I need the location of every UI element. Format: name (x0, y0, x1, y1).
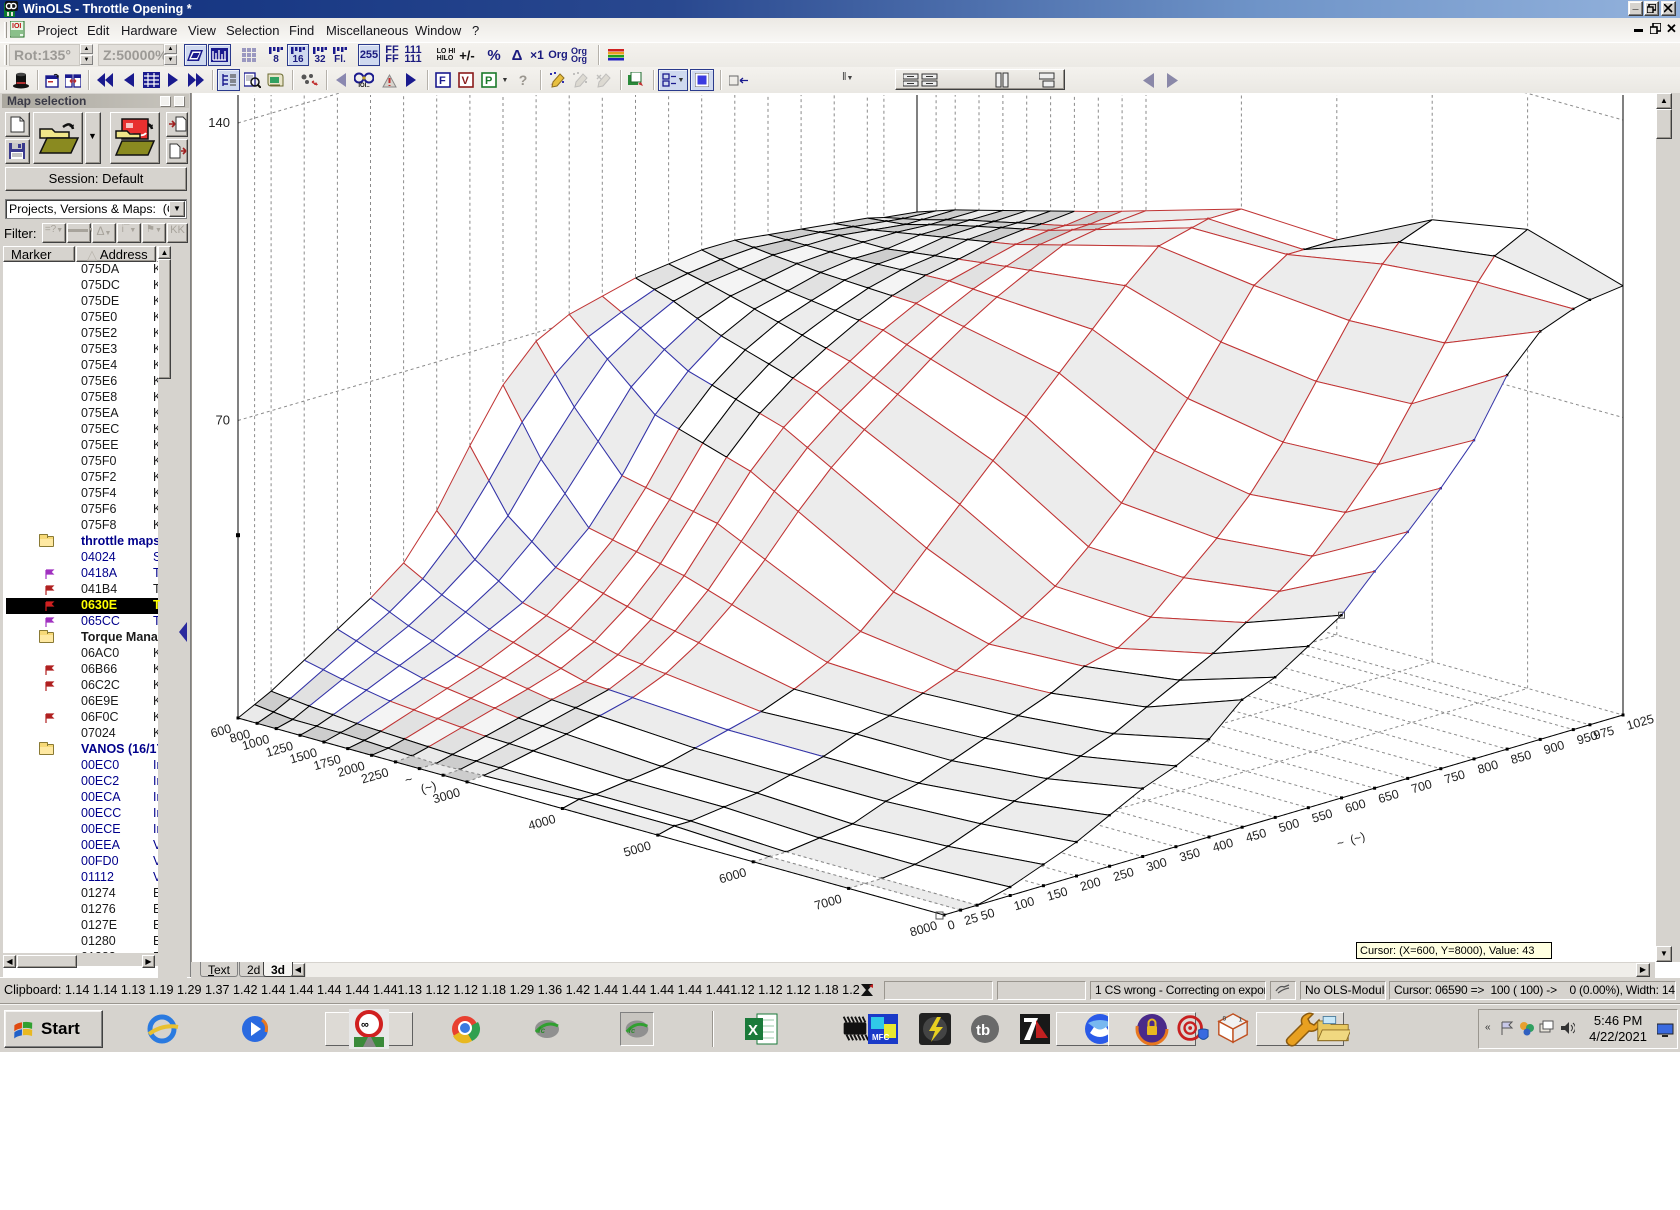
svg-text:8000: 8000 (908, 918, 939, 939)
svg-text:6000: 6000 (717, 865, 748, 886)
svg-text:X: X (748, 1022, 758, 1039)
svg-text:150: 150 (1045, 884, 1069, 903)
svg-text:900: 900 (1542, 738, 1566, 757)
svg-text:750: 750 (1443, 767, 1467, 786)
svg-text:MFC: MFC (872, 1033, 890, 1042)
svg-text:50: 50 (979, 906, 996, 923)
svg-text:~: ~ (403, 772, 414, 787)
svg-text:350: 350 (1178, 845, 1202, 864)
svg-text:4000: 4000 (527, 812, 558, 833)
svg-text:5000: 5000 (622, 839, 653, 860)
svg-text:V: V (462, 75, 470, 87)
svg-text:100: 100 (1012, 894, 1036, 913)
svg-text:25: 25 (963, 911, 980, 928)
svg-text:0: 0 (1222, 1015, 1226, 1022)
svg-text:1: 1 (1239, 1016, 1243, 1023)
svg-text:700: 700 (1410, 777, 1434, 796)
svg-text:400: 400 (1211, 836, 1235, 855)
svg-text:IOI: IOI (12, 23, 21, 30)
svg-text:7000: 7000 (813, 892, 844, 913)
svg-text:P: P (485, 75, 492, 87)
svg-text:fc: fc (629, 1026, 637, 1035)
svg-text:1025: 1025 (1625, 712, 1656, 733)
svg-text:70: 70 (216, 413, 230, 428)
svg-text:650: 650 (1377, 787, 1401, 806)
svg-text:450: 450 (1244, 826, 1268, 845)
svg-text:fc: fc (538, 1026, 546, 1035)
svg-text:500: 500 (1277, 816, 1301, 835)
svg-text:800: 800 (1476, 758, 1500, 777)
svg-text:300: 300 (1145, 855, 1169, 874)
svg-text:250: 250 (1112, 865, 1136, 884)
svg-text:200: 200 (1078, 875, 1102, 894)
svg-text:F: F (439, 75, 446, 87)
svg-text:975: 975 (1592, 723, 1616, 742)
svg-text:850: 850 (1509, 748, 1533, 767)
svg-text:600: 600 (1343, 797, 1367, 816)
svg-text:550: 550 (1310, 806, 1334, 825)
svg-text:140: 140 (208, 115, 230, 130)
svg-text:tb: tb (976, 1022, 990, 1039)
svg-text:∞: ∞ (361, 1019, 369, 1031)
svg-text:0: 0 (946, 917, 957, 932)
svg-text:~ (~): ~ (~) (1335, 829, 1366, 850)
